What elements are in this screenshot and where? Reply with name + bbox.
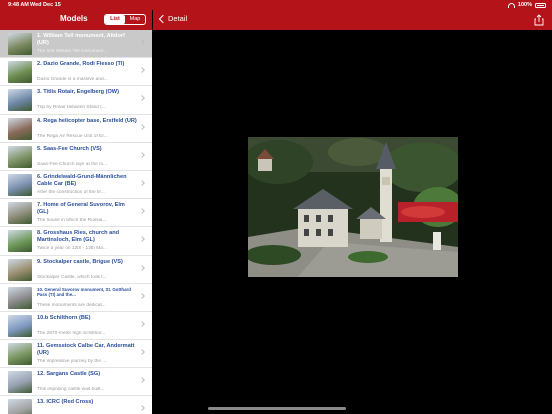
model-thumbnail bbox=[8, 202, 32, 225]
back-button[interactable]: Detail bbox=[157, 14, 187, 23]
model-thumbnail bbox=[8, 173, 32, 196]
model-thumbnail bbox=[8, 230, 32, 253]
list-item-title: 6. Grindelwald-Grund-Männlichen Cable Ca… bbox=[37, 173, 127, 187]
list-item-title: 10.b Schilthorn (BE) bbox=[37, 314, 91, 321]
list-item[interactable]: 5. Saas-Fee Church (VS) Saas-Fee Church l… bbox=[0, 142, 152, 171]
list-item[interactable]: 7. Home of General Suvorov, Elm (GL) The … bbox=[0, 199, 152, 228]
list-item-subtitle: The impressive journey by the ... bbox=[37, 359, 107, 365]
chevron-right-icon bbox=[139, 321, 145, 327]
chevron-right-icon bbox=[139, 67, 145, 74]
list-item-subtitle: Stockalper Castle, which took t... bbox=[37, 274, 107, 280]
list-item[interactable]: 10.b Schilthorn (BE) The 2970-meter high … bbox=[0, 311, 152, 341]
list-item-subtitle: The 2970-meter high Schilthor... bbox=[37, 330, 106, 336]
list-item-title: 1. William Tell monument, Altdorf (UR) bbox=[37, 33, 125, 46]
model-photo bbox=[248, 137, 458, 277]
list-item-subtitle: Twice a year on 12th - 13th Ma... bbox=[37, 246, 107, 252]
model-thumbnail bbox=[8, 117, 32, 140]
list-item-subtitle: Saas-Fee Church lays at the fo... bbox=[37, 161, 108, 167]
list-item-title: 11. Gemsstock Calbe Car, Andermatt (UR) bbox=[37, 343, 135, 357]
model-thumbnail bbox=[8, 33, 32, 55]
models-sidebar: Models List Map 1. William Tell monument… bbox=[0, 0, 152, 414]
chevron-right-icon bbox=[139, 208, 145, 214]
view-segmented-control: List Map bbox=[104, 14, 146, 25]
model-thumbnail bbox=[8, 258, 32, 281]
chevron-right-icon bbox=[139, 151, 145, 158]
status-date: Wed Dec 15 bbox=[30, 2, 61, 8]
status-bar: 9:48 AM Wed Dec 15 100% bbox=[0, 0, 552, 10]
list-item[interactable]: 9. Stockalper castle, Brigue (VS) Stockal… bbox=[0, 255, 152, 284]
chevron-right-icon bbox=[139, 349, 145, 355]
status-time: 9:48 AM bbox=[8, 2, 29, 8]
model-thumbnail bbox=[8, 286, 32, 309]
sidebar-navbar: Models List Map bbox=[0, 10, 152, 30]
chevron-right-icon bbox=[139, 236, 145, 243]
model-thumbnail bbox=[8, 145, 32, 168]
chevron-right-icon bbox=[139, 405, 145, 412]
list-item-subtitle: After the construction of the fir... bbox=[37, 189, 105, 195]
list-item[interactable]: 13. ICRC (Red Cross) bbox=[0, 396, 152, 414]
list-item[interactable]: 10. General Suvorov monument, St. Gottha… bbox=[0, 283, 152, 312]
status-right: 100% bbox=[507, 0, 546, 10]
chevron-right-icon bbox=[139, 39, 145, 45]
chevron-right-icon bbox=[139, 264, 145, 271]
list-item-title: 2. Dazio Grande, Rodi Fiesso (TI) bbox=[37, 61, 125, 68]
list-item[interactable]: 4. Rega helicopter base, Erstfeld (UR) Th… bbox=[0, 114, 152, 143]
model-thumbnail bbox=[8, 314, 32, 337]
model-thumbnail bbox=[8, 399, 32, 414]
detail-navbar: Detail bbox=[153, 10, 552, 30]
model-thumbnail bbox=[8, 61, 32, 84]
share-icon[interactable] bbox=[534, 14, 544, 26]
list-segment-button[interactable]: List bbox=[105, 15, 125, 24]
battery-icon bbox=[535, 2, 546, 8]
model-thumbnail bbox=[8, 89, 32, 112]
battery-percent: 100% bbox=[517, 2, 532, 8]
list-item-title: 10. General Suvorov monument, St. Gottha… bbox=[37, 286, 131, 298]
chevron-right-icon bbox=[139, 95, 145, 102]
list-item[interactable]: 11. Gemsstock Calbe Car, Andermatt (UR) T… bbox=[0, 340, 152, 369]
sidebar-title: Models bbox=[60, 14, 88, 23]
list-item-subtitle: The Rega Air Rescue Unit of Er... bbox=[37, 133, 108, 139]
list-item[interactable]: 2. Dazio Grande, Rodi Fiesso (TI) Dazio G… bbox=[0, 58, 152, 87]
map-segment-button[interactable]: Map bbox=[125, 15, 145, 24]
back-button-label: Detail bbox=[168, 14, 188, 23]
list-item[interactable]: 6. Grindelwald-Grund-Männlichen Cable Ca… bbox=[0, 170, 152, 200]
model-thumbnail bbox=[8, 371, 32, 394]
list-item-subtitle: The house in which the Russia... bbox=[37, 218, 107, 224]
list-item-subtitle: The first William Tell monument... bbox=[37, 49, 108, 54]
wifi-icon bbox=[507, 2, 515, 8]
list-item-title: 9. Stockalper castle, Brigue (VS) bbox=[37, 258, 123, 265]
home-indicator bbox=[208, 407, 346, 410]
list-item-title: 8. Grosshaus Ries, church and Martinsloc… bbox=[37, 230, 120, 244]
chevron-right-icon bbox=[139, 377, 145, 384]
detail-pane: Detail bbox=[153, 0, 552, 414]
list-item-title: 3. Titlis Rotair, Engelberg (OW) bbox=[37, 89, 119, 96]
list-item[interactable]: 1. William Tell monument, Altdorf (UR) Th… bbox=[0, 30, 152, 59]
chevron-right-icon bbox=[139, 123, 145, 130]
chevron-right-icon bbox=[139, 292, 145, 299]
list-item-title: 4. Rega helicopter base, Erstfeld (UR) bbox=[37, 117, 137, 124]
list-item-subtitle: This imposing castle was built... bbox=[37, 387, 105, 393]
chevron-right-icon bbox=[139, 180, 145, 186]
list-item[interactable]: 3. Titlis Rotair, Engelberg (OW) Trip by … bbox=[0, 86, 152, 115]
list-item-subtitle: Dazio Grande is a massive and... bbox=[37, 77, 108, 83]
list-item-title: 7. Home of General Suvorov, Elm (GL) bbox=[37, 202, 125, 216]
list-item-title: 12. Sargans Castle (SG) bbox=[37, 371, 101, 378]
models-list[interactable]: 1. William Tell monument, Altdorf (UR) Th… bbox=[0, 30, 152, 414]
chevron-left-icon bbox=[158, 14, 168, 23]
list-item-subtitle: These monuments are dedicat... bbox=[37, 302, 106, 308]
list-item[interactable]: 12. Sargans Castle (SG) This imposing cas… bbox=[0, 368, 152, 397]
list-item-title: 13. ICRC (Red Cross) bbox=[37, 399, 94, 406]
list-item-subtitle: Trip by Rotair between Stand (... bbox=[37, 105, 106, 111]
list-item-title: 5. Saas-Fee Church (VS) bbox=[37, 145, 102, 152]
model-thumbnail bbox=[8, 343, 32, 366]
list-item[interactable]: 8. Grosshaus Ries, church and Martinsloc… bbox=[0, 227, 152, 256]
